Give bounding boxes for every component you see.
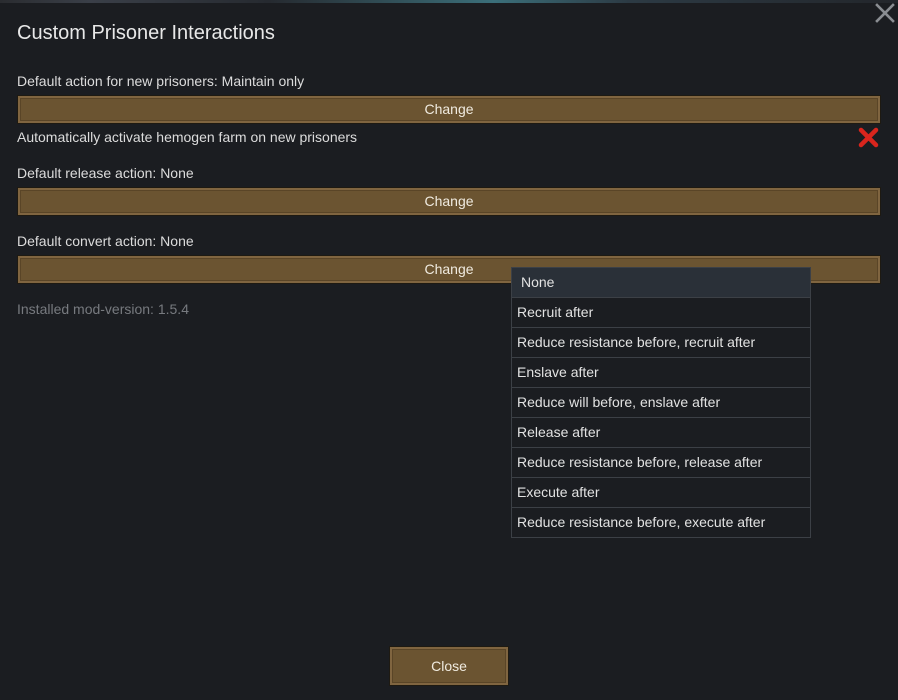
default-action-label: Default action for new prisoners: Mainta…: [17, 73, 305, 89]
convert-action-label: Default convert action: None: [17, 233, 194, 249]
window-title: Custom Prisoner Interactions: [17, 22, 275, 44]
menu-item-release-after[interactable]: Release after: [512, 417, 810, 447]
menu-item-reduce-resistance-execute-after[interactable]: Reduce resistance before, execute after: [512, 507, 810, 537]
menu-item-reduce-resistance-release-after[interactable]: Reduce resistance before, release after: [512, 447, 810, 477]
convert-action-dropdown-menu: None Recruit after Reduce resistance bef…: [511, 267, 811, 538]
menu-item-enslave-after[interactable]: Enslave after: [512, 357, 810, 387]
top-strip: [0, 0, 898, 3]
close-icon[interactable]: [874, 2, 896, 24]
release-action-change-button[interactable]: Change: [17, 187, 881, 216]
menu-item-reduce-will-enslave-after[interactable]: Reduce will before, enslave after: [512, 387, 810, 417]
menu-item-recruit-after[interactable]: Recruit after: [512, 297, 810, 327]
close-button[interactable]: Close: [389, 646, 509, 686]
default-action-change-button[interactable]: Change: [17, 95, 881, 124]
custom-prisoner-interactions-window: Custom Prisoner Interactions Default act…: [0, 0, 898, 700]
red-x-icon[interactable]: [857, 127, 880, 149]
menu-item-execute-after[interactable]: Execute after: [512, 477, 810, 507]
hemogen-farm-label: Automatically activate hemogen farm on n…: [17, 129, 358, 145]
menu-item-none[interactable]: None: [512, 268, 810, 297]
mod-version-text: Installed mod-version: 1.5.4: [17, 301, 189, 317]
release-action-label: Default release action: None: [17, 165, 194, 181]
menu-item-reduce-resistance-recruit-after[interactable]: Reduce resistance before, recruit after: [512, 327, 810, 357]
